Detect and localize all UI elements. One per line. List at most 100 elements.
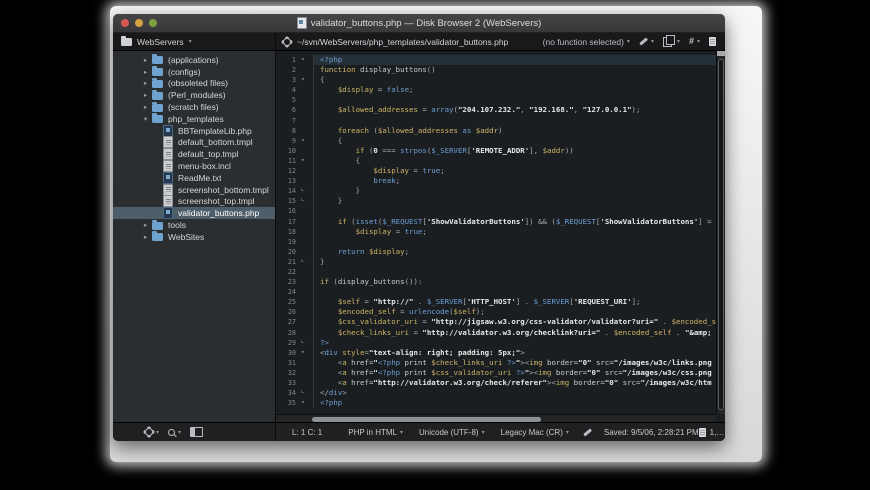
disclosure-triangle-icon[interactable]: ▸ — [139, 233, 152, 241]
code-line[interactable]: 1▾<?php — [276, 55, 716, 65]
fold-marker-icon[interactable]: ▾ — [299, 55, 313, 65]
code-line[interactable]: 15∟ } — [276, 196, 716, 206]
code-line[interactable]: 29∟?> — [276, 338, 716, 348]
tree-item[interactable]: ▸(Perl_modules) — [113, 89, 275, 101]
file-tree[interactable]: ▸(applications)▸(configs)▸(obsoleted fil… — [113, 51, 276, 422]
disclosure-triangle-icon[interactable]: ▸ — [139, 221, 152, 229]
tree-item[interactable]: ▸(applications) — [113, 54, 275, 66]
code-line[interactable]: 28 $check_links_uri = "http://validator.… — [276, 328, 716, 338]
code-line[interactable]: 10 if (0 === strpos($_SERVER['REMOTE_ADD… — [276, 146, 716, 156]
tree-item[interactable]: ▸tools — [113, 219, 275, 231]
fold-marker-icon[interactable]: ▾ — [299, 156, 313, 166]
document-icon[interactable] — [709, 37, 716, 46]
minimize-button[interactable] — [135, 19, 143, 27]
code-line[interactable]: 19 — [276, 237, 716, 247]
fold-marker-icon[interactable]: ▾ — [299, 136, 313, 146]
code-line[interactable]: 18 $display = true; — [276, 227, 716, 237]
markers-menu[interactable]: ▾ — [639, 38, 654, 45]
line-endings-selector[interactable]: Legacy Mac (CR) ▾ — [501, 428, 569, 437]
code-line[interactable]: 25 $self = "http://" . $_SERVER['HTTP_HO… — [276, 297, 716, 307]
sidebar-toggle-icon[interactable] — [190, 427, 203, 437]
fold-marker-icon[interactable]: ∟ — [299, 186, 313, 196]
tree-item[interactable]: ▸(scratch files) — [113, 101, 275, 113]
code-text: $encoded_self = urlencode($self); — [313, 307, 716, 317]
gear-icon[interactable] — [283, 38, 291, 46]
code-line[interactable]: 3▾{ — [276, 75, 716, 85]
code-line[interactable]: 35▾<?php — [276, 398, 716, 408]
settings-menu[interactable]: ▾ — [145, 428, 159, 436]
tree-item[interactable]: ▸WebSites — [113, 231, 275, 243]
root-folder-selector[interactable]: WebServers ▾ — [113, 33, 276, 50]
vertical-scrollbar[interactable] — [716, 51, 725, 414]
horizontal-scrollbar[interactable] — [276, 414, 716, 422]
fold-marker-icon[interactable]: ∟ — [299, 338, 313, 348]
line-number: 14 — [276, 186, 299, 196]
code-line[interactable]: 27 $css_validator_uri = "http://jigsaw.w… — [276, 317, 716, 327]
code-line[interactable]: 20 return $display; — [276, 247, 716, 257]
code-line[interactable]: 16 — [276, 206, 716, 216]
code-line[interactable]: 31 <a href="<?php print $check_links_uri… — [276, 358, 716, 368]
code-text — [313, 267, 716, 277]
writable-pencil-icon[interactable] — [583, 428, 592, 436]
documents-menu[interactable]: ▾ — [663, 37, 680, 47]
document-proxy-icon[interactable] — [297, 17, 307, 29]
disclosure-triangle-icon[interactable]: ▸ — [139, 68, 152, 76]
function-selector[interactable]: (no function selected) ▾ — [543, 37, 630, 47]
tree-item[interactable]: screenshot_top.tmpl — [113, 196, 275, 208]
code-line[interactable]: 32 <a href="<?php print $css_validator_u… — [276, 368, 716, 378]
horizontal-scroll-thumb[interactable] — [312, 417, 541, 422]
code-line[interactable]: 22 — [276, 267, 716, 277]
code-line[interactable]: 7 — [276, 116, 716, 126]
search-menu[interactable]: ▾ — [168, 429, 181, 436]
line-number-menu[interactable]: # ▾ — [689, 37, 700, 46]
code-line[interactable]: 17 if (isset($_REQUEST['ShowValidatorBut… — [276, 217, 716, 227]
close-button[interactable] — [121, 19, 129, 27]
fold-marker-icon[interactable]: ▾ — [299, 348, 313, 358]
tree-item[interactable]: default_top.tmpl — [113, 148, 275, 160]
code-line[interactable]: 23if (display_buttons()): — [276, 277, 716, 287]
code-line[interactable]: 30▾<div style="text-align: right; paddin… — [276, 348, 716, 358]
code-line[interactable]: 34∟</div> — [276, 388, 716, 398]
disclosure-triangle-icon[interactable]: ▸ — [139, 79, 152, 87]
code-line[interactable]: 12 $display = true; — [276, 166, 716, 176]
code-line[interactable]: 24 — [276, 287, 716, 297]
disclosure-triangle-icon[interactable]: ▾ — [139, 115, 152, 123]
tree-item[interactable]: ▸(configs) — [113, 66, 275, 78]
zoom-button[interactable] — [149, 19, 157, 27]
code-line[interactable]: 26 $encoded_self = urlencode($self); — [276, 307, 716, 317]
tree-item[interactable]: screenshot_bottom.tmpl — [113, 184, 275, 196]
fold-marker-icon[interactable]: ▾ — [299, 398, 313, 408]
disclosure-triangle-icon[interactable]: ▸ — [139, 91, 152, 99]
tree-item[interactable]: menu-box.incl — [113, 160, 275, 172]
code-line[interactable]: 6 $allowed_addresses = array("204.107.23… — [276, 105, 716, 115]
fold-marker-icon[interactable]: ∟ — [299, 257, 313, 267]
code-line[interactable]: 21∟} — [276, 257, 716, 267]
disclosure-triangle-icon[interactable]: ▸ — [139, 103, 152, 111]
code-line[interactable]: 13 break; — [276, 176, 716, 186]
code-line[interactable]: 2function display_buttons() — [276, 65, 716, 75]
code-line[interactable]: 9▾ { — [276, 136, 716, 146]
tree-item[interactable]: ▸(obsoleted files) — [113, 78, 275, 90]
code-line[interactable]: 5 — [276, 95, 716, 105]
tree-item[interactable]: validator_buttons.php — [113, 207, 275, 219]
tree-item[interactable]: ReadMe.txt — [113, 172, 275, 184]
language-selector[interactable]: PHP in HTML ▾ — [348, 428, 403, 437]
titlebar[interactable]: validator_buttons.php — Disk Browser 2 (… — [113, 14, 725, 33]
scrollbar-placard[interactable] — [717, 51, 725, 56]
fold-marker-icon[interactable]: ∟ — [299, 196, 313, 206]
code-line[interactable]: 4 $display = false; — [276, 85, 716, 95]
code-line[interactable]: 33 <a href="http://validator.w3.org/chec… — [276, 378, 716, 388]
tree-item[interactable]: default_bottom.tmpl — [113, 137, 275, 149]
code-lines[interactable]: 1▾<?php2function display_buttons()3▾{4 $… — [276, 51, 716, 414]
code-editor[interactable]: 1▾<?php2function display_buttons()3▾{4 $… — [276, 51, 725, 422]
encoding-selector[interactable]: Unicode (UTF-8) ▾ — [419, 428, 485, 437]
vertical-scroll-thumb[interactable] — [718, 59, 724, 410]
tree-item[interactable]: ▾php_templates — [113, 113, 275, 125]
fold-marker-icon[interactable]: ▾ — [299, 75, 313, 85]
fold-marker-icon[interactable]: ∟ — [299, 388, 313, 398]
code-line[interactable]: 8 foreach ($allowed_addresses as $addr) — [276, 126, 716, 136]
code-line[interactable]: 11▾ { — [276, 156, 716, 166]
disclosure-triangle-icon[interactable]: ▸ — [139, 56, 152, 64]
tree-item[interactable]: BBTemplateLib.php — [113, 125, 275, 137]
code-line[interactable]: 14∟ } — [276, 186, 716, 196]
